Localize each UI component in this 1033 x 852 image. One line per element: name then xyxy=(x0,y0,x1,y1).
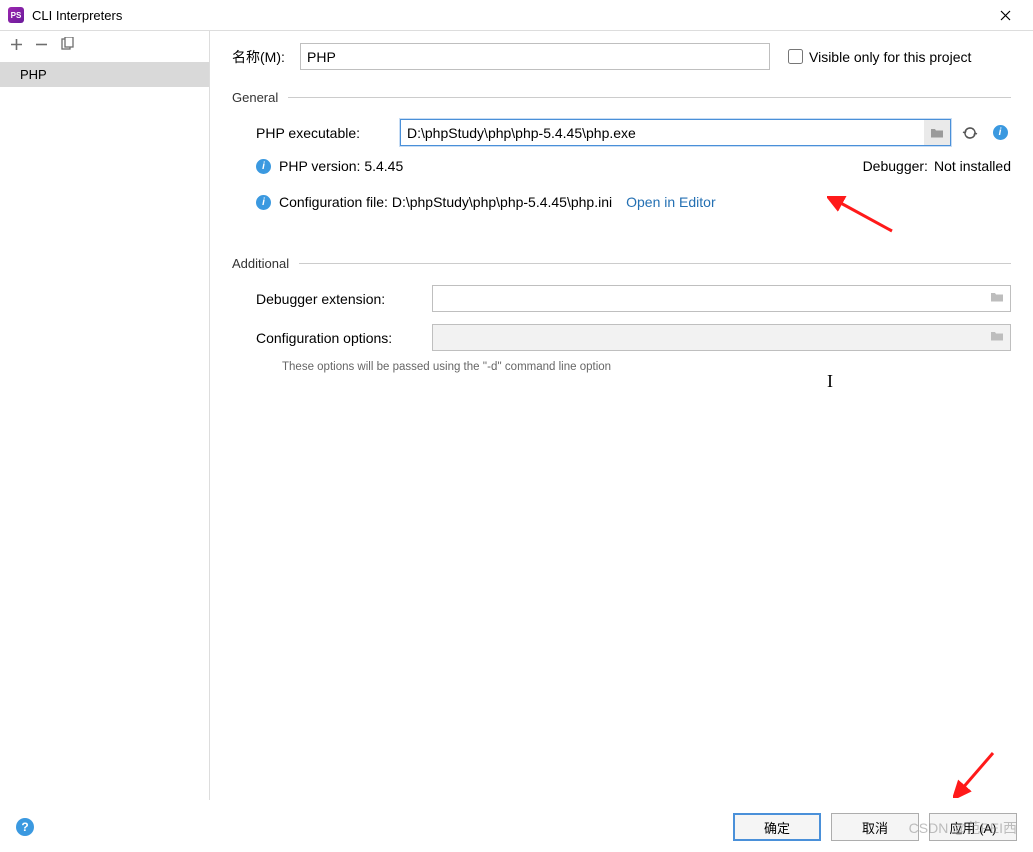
info-icon: i xyxy=(256,159,271,174)
sidebar: PHP xyxy=(0,31,210,800)
browse-debugger-ext-button[interactable] xyxy=(984,291,1010,306)
config-options-wrap xyxy=(432,324,1011,351)
php-version-text: PHP version: 5.4.45 xyxy=(279,158,403,174)
minus-icon xyxy=(35,38,48,51)
section-additional: Additional xyxy=(232,256,1011,271)
reload-button[interactable] xyxy=(959,122,981,144)
section-general-label: General xyxy=(232,90,278,105)
edit-config-options-button[interactable] xyxy=(984,330,1010,345)
plus-icon xyxy=(10,38,23,51)
name-row: 名称(M): Visible only for this project xyxy=(232,43,1011,70)
divider xyxy=(299,263,1011,264)
titlebar: PS CLI Interpreters xyxy=(0,0,1033,30)
window-title: CLI Interpreters xyxy=(32,8,985,23)
executable-row: PHP executable: i xyxy=(232,119,1011,146)
debugger-ext-input[interactable] xyxy=(433,291,984,307)
visible-only-label: Visible only for this project xyxy=(809,49,971,65)
remove-button[interactable] xyxy=(35,38,48,56)
copy-button[interactable] xyxy=(60,37,74,56)
reload-icon xyxy=(962,125,978,141)
help-button[interactable]: ? xyxy=(16,818,34,836)
add-button[interactable] xyxy=(10,38,23,56)
php-version-line: i PHP version: 5.4.45 Debugger: Not inst… xyxy=(232,158,1011,174)
config-file-text: Configuration file: D:\phpStudy\php\php-… xyxy=(279,194,612,210)
debugger-label: Debugger: xyxy=(863,158,928,174)
footer-buttons: 确定 取消 应用 (A) xyxy=(733,813,1017,841)
app-icon: PS xyxy=(8,7,24,23)
copy-icon xyxy=(60,37,74,51)
close-button[interactable] xyxy=(985,1,1025,29)
main-panel: 名称(M): Visible only for this project Gen… xyxy=(210,31,1033,800)
debugger-ext-label: Debugger extension: xyxy=(256,291,432,307)
folder-icon xyxy=(930,127,944,139)
config-options-row: Configuration options: xyxy=(232,324,1011,351)
name-input[interactable] xyxy=(300,43,770,70)
info-icon: i xyxy=(993,125,1008,140)
apply-button[interactable]: 应用 (A) xyxy=(929,813,1017,841)
config-options-input[interactable] xyxy=(433,330,984,346)
sidebar-item-php[interactable]: PHP xyxy=(0,62,209,87)
folder-icon xyxy=(990,291,1004,303)
sidebar-list: PHP xyxy=(0,62,209,800)
executable-label: PHP executable: xyxy=(256,125,400,141)
sidebar-toolbar xyxy=(0,31,209,62)
section-general: General xyxy=(232,90,1011,105)
ok-button[interactable]: 确定 xyxy=(733,813,821,841)
debugger-ext-wrap xyxy=(432,285,1011,312)
info-button[interactable]: i xyxy=(989,122,1011,144)
debugger-value: Not installed xyxy=(934,158,1011,174)
info-icon: i xyxy=(256,195,271,210)
visible-only-checkbox-input[interactable] xyxy=(788,49,803,64)
visible-only-checkbox[interactable]: Visible only for this project xyxy=(788,49,971,65)
config-options-label: Configuration options: xyxy=(256,330,432,346)
name-label: 名称(M): xyxy=(232,47,292,67)
dialog-body: PHP 名称(M): Visible only for this project… xyxy=(0,30,1033,800)
config-file-line: i Configuration file: D:\phpStudy\php\ph… xyxy=(232,194,1011,210)
divider xyxy=(288,97,1011,98)
section-additional-label: Additional xyxy=(232,256,289,271)
executable-input-wrap xyxy=(400,119,951,146)
debugger-ext-row: Debugger extension: xyxy=(232,285,1011,312)
browse-executable-button[interactable] xyxy=(924,120,950,145)
footer: ? 确定 取消 应用 (A) xyxy=(0,802,1033,852)
close-icon xyxy=(1000,10,1011,21)
executable-input[interactable] xyxy=(401,125,924,141)
sidebar-item-label: PHP xyxy=(20,67,47,82)
text-cursor-icon: I xyxy=(827,371,833,392)
open-in-editor-link[interactable]: Open in Editor xyxy=(626,194,716,210)
folder-icon xyxy=(990,330,1004,342)
cancel-button[interactable]: 取消 xyxy=(831,813,919,841)
config-options-hint: These options will be passed using the '… xyxy=(232,361,1011,373)
